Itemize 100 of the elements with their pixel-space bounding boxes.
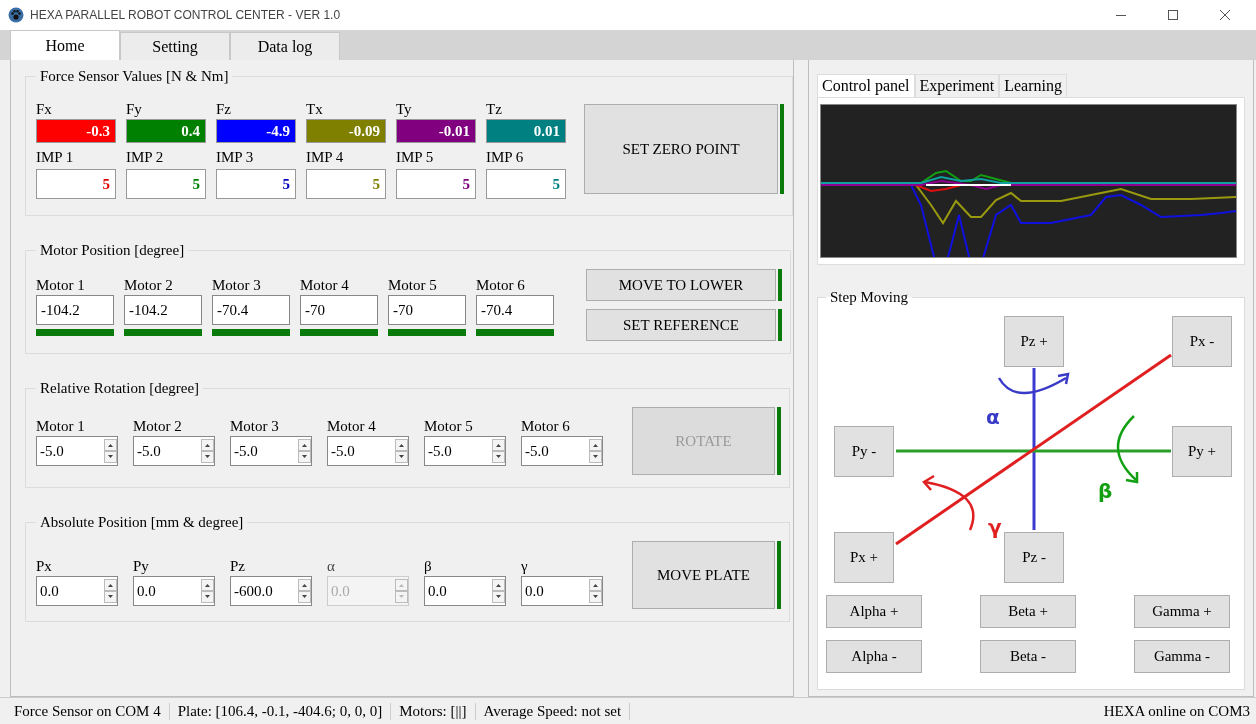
group-title: Step Moving bbox=[829, 289, 909, 306]
field-label: IMP 4 bbox=[306, 148, 344, 167]
field-label: Fz bbox=[216, 100, 231, 119]
spinner-icon[interactable] bbox=[395, 439, 408, 463]
input-field[interactable]: 5 bbox=[486, 169, 566, 199]
status-text: HEXA online on COM3 bbox=[1103, 703, 1250, 720]
field-label: Motor 4 bbox=[327, 417, 376, 436]
spinner-icon[interactable] bbox=[298, 439, 311, 463]
spin-field[interactable]: -600.0 bbox=[230, 576, 312, 606]
value-box: 0.4 bbox=[126, 119, 206, 143]
value-box: -4.9 bbox=[216, 119, 296, 143]
spin-field[interactable]: -5.0 bbox=[327, 436, 409, 466]
value-box: 0.01 bbox=[486, 119, 566, 143]
spin-field[interactable]: -5.0 bbox=[36, 436, 118, 466]
spinner-icon[interactable] bbox=[298, 579, 311, 603]
input-field[interactable]: -70.4 bbox=[476, 294, 554, 325]
field-label: Motor 6 bbox=[521, 417, 570, 436]
spinner-icon[interactable] bbox=[201, 439, 214, 463]
step-button[interactable]: Px + bbox=[834, 532, 894, 583]
field-label: Motor 3 bbox=[230, 417, 279, 436]
input-field[interactable]: 5 bbox=[216, 169, 296, 199]
minimize-icon[interactable] bbox=[1116, 14, 1126, 16]
input-field[interactable]: 5 bbox=[306, 169, 386, 199]
input-field[interactable]: -70 bbox=[300, 294, 378, 325]
group-title: Force Sensor Values [N & Nm] bbox=[39, 68, 230, 85]
step-button[interactable]: Beta + bbox=[980, 595, 1076, 628]
field-label: Motor 2 bbox=[124, 275, 173, 295]
input-field[interactable]: 5 bbox=[36, 169, 116, 199]
field-label: Py bbox=[133, 557, 149, 576]
status-text: Force Sensor on COM 4 bbox=[6, 703, 170, 720]
spin-field[interactable]: 0.0 bbox=[521, 576, 603, 606]
field-label: Motor 5 bbox=[424, 417, 473, 436]
axis-label: γ bbox=[988, 516, 1002, 538]
field-label: α bbox=[327, 557, 335, 576]
tab[interactable]: Control panel bbox=[817, 74, 915, 97]
action-button[interactable]: SET REFERENCE bbox=[586, 309, 776, 341]
field-label: Motor 2 bbox=[133, 417, 182, 436]
input-field[interactable]: -104.2 bbox=[124, 294, 202, 325]
step-button[interactable]: Alpha - bbox=[826, 640, 922, 673]
step-button[interactable]: Gamma - bbox=[1134, 640, 1230, 673]
paw-icon bbox=[8, 7, 24, 23]
action-button[interactable]: MOVE PLATE bbox=[632, 541, 775, 609]
field-label: Tz bbox=[486, 100, 502, 119]
spin-field[interactable]: 0.0 bbox=[424, 576, 506, 606]
spin-field[interactable]: -5.0 bbox=[521, 436, 603, 466]
status-text: Plate: [106.4, -0.1, -404.6; 0, 0, 0] bbox=[169, 703, 392, 720]
field-label: IMP 5 bbox=[396, 148, 434, 167]
spinner-icon[interactable] bbox=[201, 579, 214, 603]
step-button[interactable]: Py + bbox=[1172, 426, 1232, 477]
value-box: -0.3 bbox=[36, 119, 116, 143]
status-text: Average Speed: not set bbox=[475, 703, 631, 720]
spin-field[interactable]: -5.0 bbox=[230, 436, 312, 466]
step-button[interactable]: Pz - bbox=[1004, 532, 1064, 583]
tab[interactable]: Home bbox=[10, 30, 120, 60]
tab[interactable]: Experiment bbox=[914, 74, 1000, 97]
step-button[interactable]: Py - bbox=[834, 426, 894, 477]
field-label: Ty bbox=[396, 100, 412, 119]
field-label: Fx bbox=[36, 100, 52, 119]
spinner-icon[interactable] bbox=[589, 439, 602, 463]
action-button[interactable]: MOVE TO LOWER bbox=[586, 269, 776, 301]
axis-label: β bbox=[1098, 480, 1113, 502]
field-label: Motor 1 bbox=[36, 417, 85, 436]
spin-field[interactable]: 0.0 bbox=[133, 576, 215, 606]
rotation-arrow bbox=[922, 474, 975, 531]
step-button[interactable]: Beta - bbox=[980, 640, 1076, 673]
spinner-icon[interactable] bbox=[492, 579, 505, 603]
input-field[interactable]: -70 bbox=[388, 294, 466, 325]
spin-field[interactable]: -5.0 bbox=[424, 436, 506, 466]
spin-field[interactable]: 0.0 bbox=[36, 576, 118, 606]
close-icon[interactable] bbox=[1220, 10, 1230, 20]
tab[interactable]: Data log bbox=[230, 32, 340, 60]
spinner-icon[interactable] bbox=[589, 579, 602, 603]
step-button[interactable]: Alpha + bbox=[826, 595, 922, 628]
input-field[interactable]: 5 bbox=[126, 169, 206, 199]
tab[interactable]: Learning bbox=[999, 74, 1067, 97]
field-label: IMP 6 bbox=[486, 148, 524, 167]
maximize-icon[interactable] bbox=[1168, 10, 1178, 20]
step-button[interactable]: Gamma + bbox=[1134, 595, 1230, 628]
field-label: β bbox=[424, 557, 432, 576]
tab[interactable]: Setting bbox=[120, 32, 230, 60]
field-label: Px bbox=[36, 557, 52, 576]
input-field[interactable]: -70.4 bbox=[212, 294, 290, 325]
window-title: HEXA PARALLEL ROBOT CONTROL CENTER - VER 1.0 bbox=[30, 8, 341, 22]
action-button[interactable]: SET ZERO POINT bbox=[584, 104, 778, 194]
spinner-icon[interactable] bbox=[104, 439, 117, 463]
field-label: Motor 6 bbox=[476, 275, 525, 295]
field-label: IMP 1 bbox=[36, 148, 74, 167]
field-label: Fy bbox=[126, 100, 142, 119]
input-field[interactable]: -104.2 bbox=[36, 294, 114, 325]
step-button[interactable]: Px - bbox=[1172, 316, 1232, 367]
spinner-icon[interactable] bbox=[492, 439, 505, 463]
field-label: Motor 5 bbox=[388, 275, 437, 295]
field-label: Motor 4 bbox=[300, 275, 349, 295]
spin-field[interactable]: -5.0 bbox=[133, 436, 215, 466]
spinner-icon[interactable] bbox=[104, 579, 117, 603]
input-field[interactable]: 5 bbox=[396, 169, 476, 199]
step-button[interactable]: Pz + bbox=[1004, 316, 1064, 367]
group-title: Motor Position [degree] bbox=[39, 242, 186, 259]
field-label: Pz bbox=[230, 557, 245, 576]
rotation-arrow bbox=[1116, 415, 1139, 484]
